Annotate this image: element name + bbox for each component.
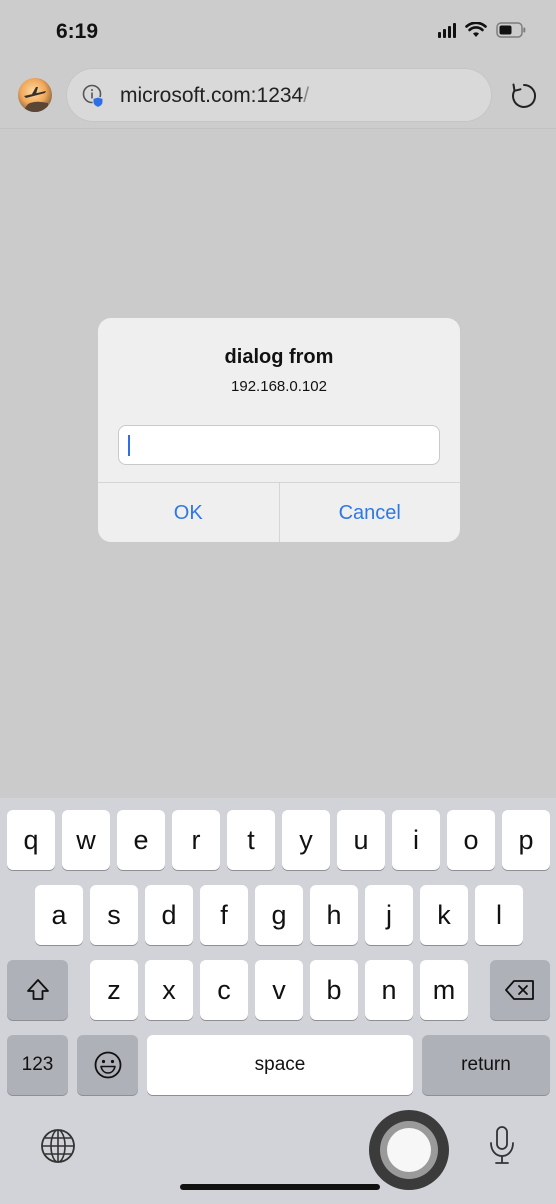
microphone-icon[interactable] [487,1125,517,1167]
key-d[interactable]: d [145,885,193,945]
dialog-message: 192.168.0.102 [231,378,327,395]
url-host: microsoft.com:1234 [120,84,304,107]
wifi-icon [465,22,487,38]
key-q[interactable]: q [7,810,55,870]
emoji-icon [94,1051,121,1079]
shift-key[interactable] [7,960,68,1020]
key-t[interactable]: t [227,810,275,870]
status-icons [438,22,526,38]
key-n[interactable]: n [365,960,413,1020]
status-bar: 6:19 [0,0,556,62]
dialog-text-input[interactable] [118,425,440,465]
url-text: microsoft.com:1234/ [120,84,309,108]
key-x[interactable]: x [145,960,193,1020]
key-b[interactable]: b [310,960,358,1020]
key-v[interactable]: v [255,960,303,1020]
cancel-button[interactable]: Cancel [278,483,461,542]
url-path: / [303,84,310,107]
backspace-icon [505,980,534,1000]
key-l[interactable]: l [475,885,523,945]
key-p[interactable]: p [502,810,550,870]
key-a[interactable]: a [35,885,83,945]
space-key[interactable]: space [147,1035,413,1095]
key-u[interactable]: u [337,810,385,870]
key-m[interactable]: m [420,960,468,1020]
key-f[interactable]: f [200,885,248,945]
numbers-key[interactable]: 123 [7,1035,68,1095]
prompt-dialog: dialog from 192.168.0.102 OK Cancel [98,318,460,542]
ok-button[interactable]: OK [98,483,279,542]
key-g[interactable]: g [255,885,303,945]
return-key[interactable]: return [422,1035,550,1095]
key-i[interactable]: i [392,810,440,870]
key-j[interactable]: j [365,885,413,945]
assistive-touch-button[interactable] [369,1110,449,1190]
delete-key[interactable] [490,960,550,1020]
key-c[interactable]: c [200,960,248,1020]
battery-icon [496,22,526,38]
key-z[interactable]: z [90,960,138,1020]
key-k[interactable]: k [420,885,468,945]
assistive-touch-core [387,1128,431,1172]
key-h[interactable]: h [310,885,358,945]
dialog-actions: OK Cancel [98,482,460,542]
address-bar[interactable]: microsoft.com:1234/ [66,68,492,122]
emoji-key[interactable] [77,1035,138,1095]
status-time: 6:19 [56,20,99,43]
dialog-title: dialog from [224,346,334,368]
globe-icon[interactable] [40,1128,76,1164]
info-shield-icon[interactable] [82,84,106,109]
key-o[interactable]: o [447,810,495,870]
reload-icon[interactable] [508,80,540,112]
browser-toolbar: microsoft.com:1234/ [0,62,556,129]
key-s[interactable]: s [90,885,138,945]
profile-avatar[interactable] [18,78,52,112]
home-indicator[interactable] [180,1184,380,1190]
key-y[interactable]: y [282,810,330,870]
key-w[interactable]: w [62,810,110,870]
shift-arrow-icon [26,979,49,1000]
text-caret [128,435,130,456]
signal-icon [438,22,456,38]
key-e[interactable]: e [117,810,165,870]
key-r[interactable]: r [172,810,220,870]
